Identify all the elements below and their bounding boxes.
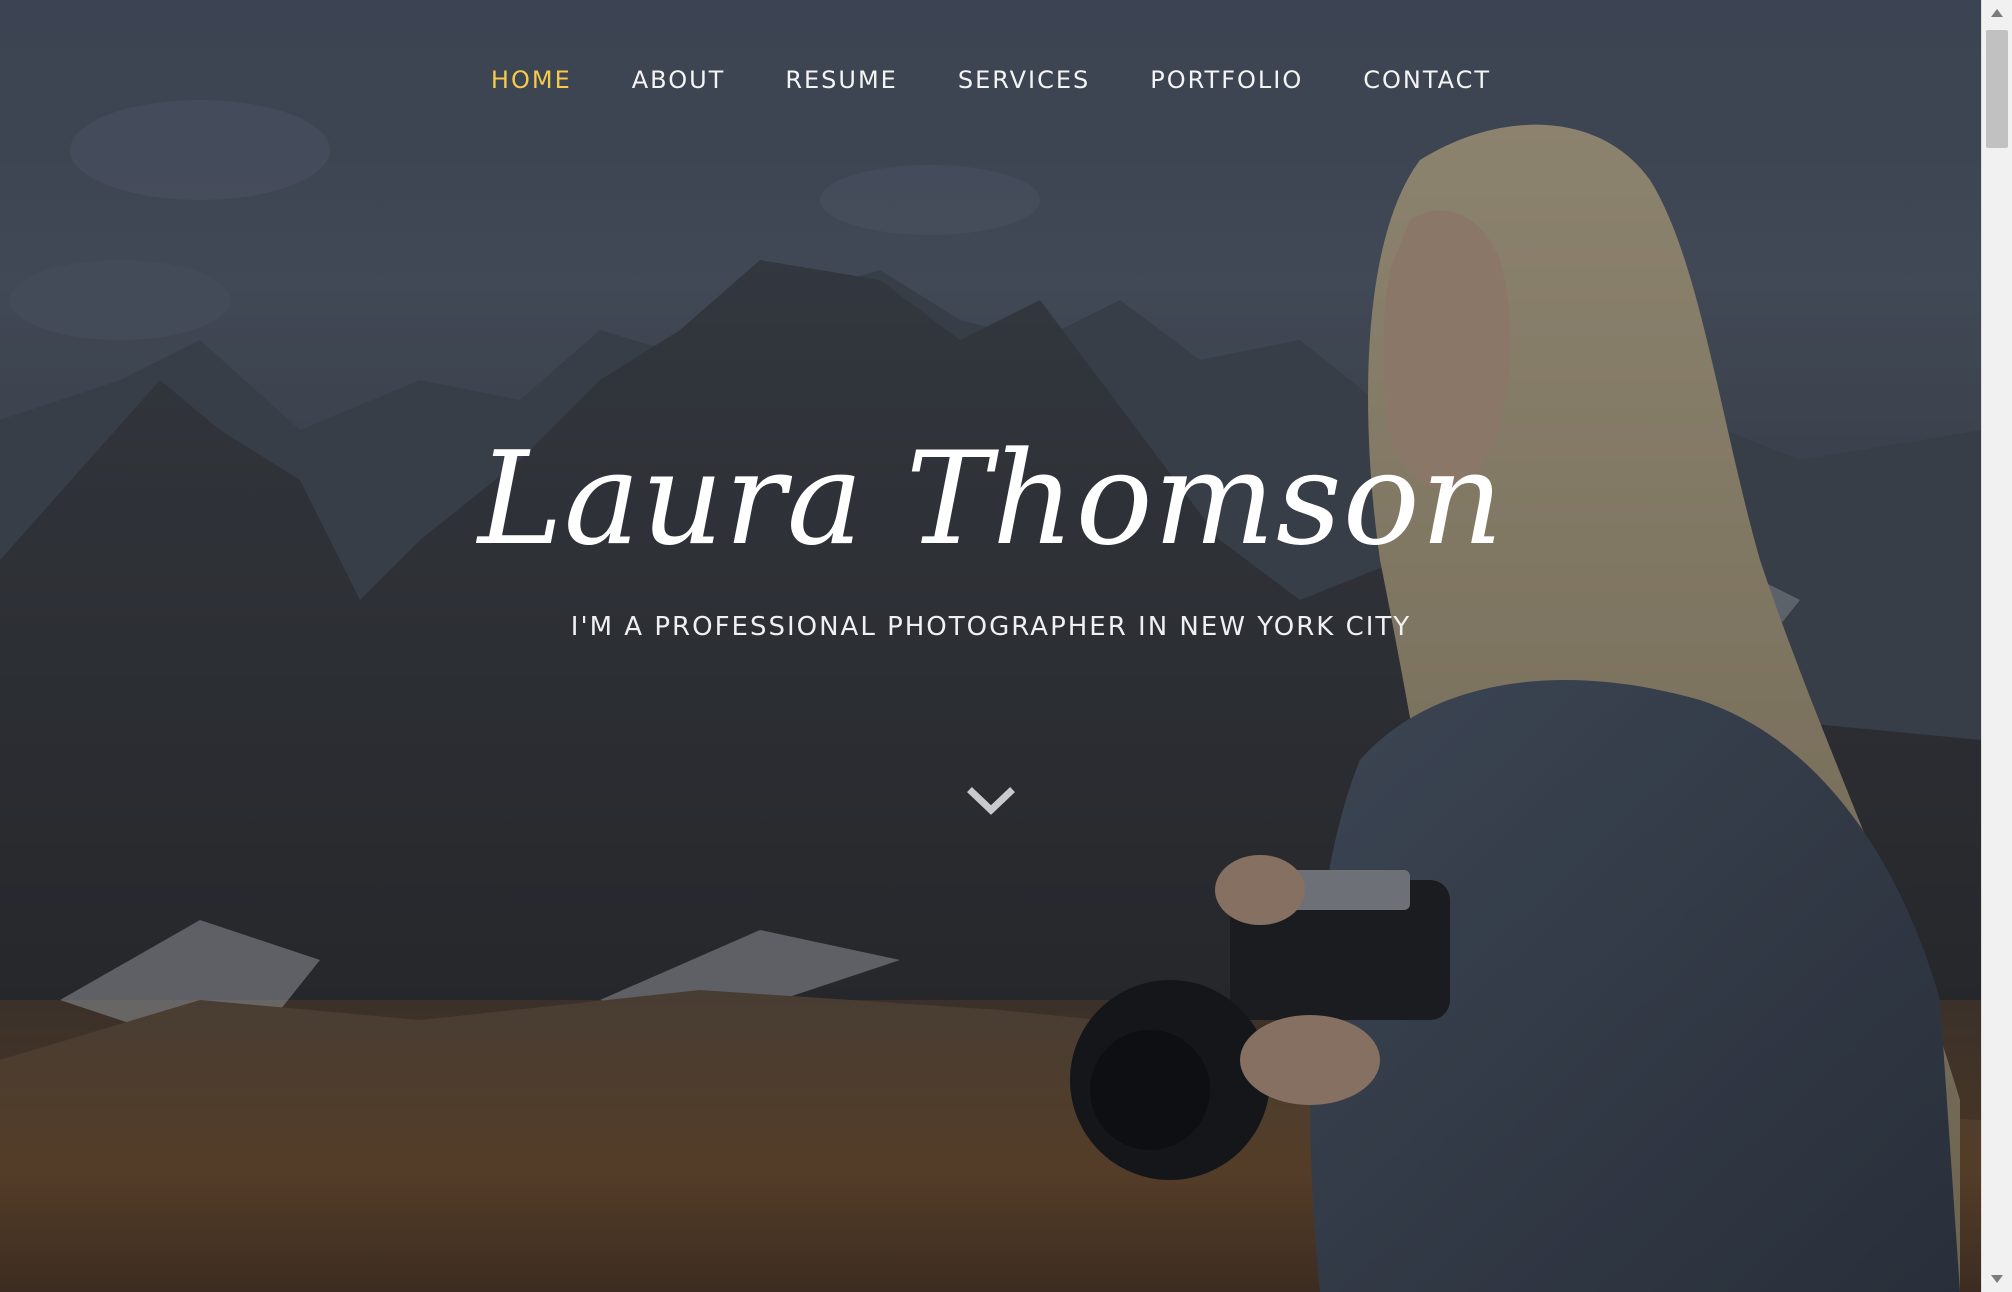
- nav-link-resume[interactable]: RESUME: [785, 60, 898, 100]
- hero-tagline: I'M A PROFESSIONAL PHOTOGRAPHER IN NEW Y…: [570, 612, 1412, 642]
- nav-link-about[interactable]: ABOUT: [632, 60, 726, 100]
- vertical-scrollbar[interactable]: [1981, 0, 2012, 1292]
- chevron-down-icon[interactable]: [966, 782, 1016, 822]
- scroll-down-arrow-icon[interactable]: [1982, 1266, 2012, 1292]
- nav-link-portfolio[interactable]: PORTFOLIO: [1150, 60, 1303, 100]
- nav-link-contact[interactable]: CONTACT: [1363, 60, 1491, 100]
- scrollbar-thumb[interactable]: [1986, 30, 2008, 148]
- nav-link-services[interactable]: SERVICES: [958, 60, 1090, 100]
- hero-overlay: [0, 0, 1982, 1292]
- scroll-up-arrow-icon[interactable]: [1982, 0, 2012, 26]
- main-nav: HOME ABOUT RESUME SERVICES PORTFOLIO CON…: [0, 60, 1982, 100]
- hero-section: HOME ABOUT RESUME SERVICES PORTFOLIO CON…: [0, 0, 1982, 1292]
- nav-link-home[interactable]: HOME: [491, 60, 572, 100]
- hero-name: Laura Thomson: [477, 425, 1505, 574]
